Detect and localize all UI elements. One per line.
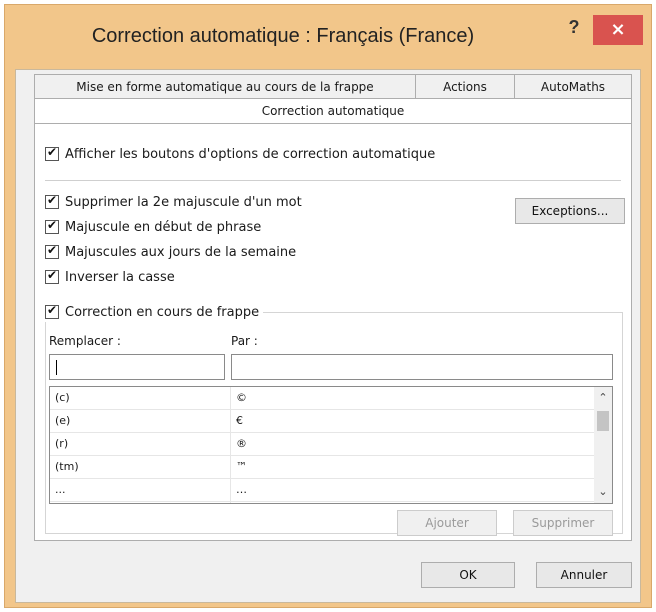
day-names-option[interactable]: Majuscules aux jours de la semaine: [45, 242, 296, 262]
list-item-to: €: [236, 414, 243, 427]
dialog-title: Correction automatique : Français (Franc…: [91, 25, 475, 47]
sentence-cap-label: Majuscule en début de phrase: [65, 219, 262, 235]
show-buttons-label: Afficher les boutons d'options de correc…: [65, 146, 436, 162]
tab-automaths[interactable]: AutoMaths: [514, 74, 632, 100]
autocorrect-list[interactable]: (c) © (e) € (r) ® (tm) ™ ... … ⌃ ⌄: [49, 386, 613, 504]
delete-button[interactable]: Supprimer: [513, 510, 613, 536]
replace-input[interactable]: [49, 354, 225, 380]
caps-lock-option[interactable]: Inverser la casse: [45, 267, 175, 287]
list-item[interactable]: (c) ©: [50, 387, 596, 410]
tab-autocorrect[interactable]: Correction automatique: [34, 98, 632, 124]
chevron-down-icon[interactable]: ⌄: [594, 483, 612, 501]
separator: [45, 180, 621, 181]
ok-button[interactable]: OK: [421, 562, 515, 588]
autocorrect-dialog: Correction automatique : Français (Franc…: [4, 4, 652, 608]
show-buttons-checkbox[interactable]: [45, 145, 59, 161]
list-item-from: ...: [55, 483, 66, 496]
replace-typing-label: Correction en cours de frappe: [65, 304, 260, 320]
two-caps-checkbox[interactable]: [45, 193, 59, 209]
sentence-cap-checkbox[interactable]: [45, 218, 59, 234]
autocorrect-panel: Afficher les boutons d'options de correc…: [34, 123, 632, 541]
caps-lock-checkbox[interactable]: [45, 268, 59, 284]
list-item[interactable]: (r) ®: [50, 433, 596, 456]
list-item-to: ™: [236, 460, 247, 473]
list-item-from: (tm): [55, 460, 79, 473]
cancel-button[interactable]: Annuler: [536, 562, 632, 588]
two-caps-option[interactable]: Supprimer la 2e majuscule d'un mot: [45, 192, 302, 212]
list-item[interactable]: ... …: [50, 479, 596, 502]
chevron-up-icon[interactable]: ⌃: [594, 389, 612, 407]
replace-typing-option[interactable]: Correction en cours de frappe: [45, 302, 264, 322]
with-input[interactable]: [231, 354, 613, 380]
list-item-from: (c): [55, 391, 70, 404]
close-button[interactable]: ×: [593, 15, 643, 45]
day-names-checkbox[interactable]: [45, 243, 59, 259]
dialog-client-area: Mise en forme automatique au cours de la…: [15, 69, 641, 603]
tab-actions[interactable]: Actions: [415, 74, 515, 100]
list-item-to: ®: [236, 437, 247, 450]
exceptions-button[interactable]: Exceptions...: [515, 198, 625, 224]
title-bar: Correction automatique : Français (Franc…: [5, 5, 651, 69]
two-caps-label: Supprimer la 2e majuscule d'un mot: [65, 194, 302, 210]
tab-row-back: Mise en forme automatique au cours de la…: [16, 74, 640, 100]
list-item-to: ©: [236, 391, 247, 404]
replace-label: Remplacer :: [49, 334, 121, 348]
help-button[interactable]: ?: [561, 17, 587, 43]
scroll-thumb[interactable]: [597, 411, 609, 431]
list-item[interactable]: (e) €: [50, 410, 596, 433]
list-item-from: (r): [55, 437, 69, 450]
replace-typing-checkbox[interactable]: [45, 303, 59, 319]
with-label: Par :: [231, 334, 258, 348]
show-buttons-option[interactable]: Afficher les boutons d'options de correc…: [45, 144, 435, 164]
list-item[interactable]: (tm) ™: [50, 456, 596, 479]
list-scrollbar[interactable]: ⌃ ⌄: [594, 387, 612, 503]
list-item-to: …: [236, 483, 247, 496]
text-caret: [56, 360, 57, 375]
day-names-label: Majuscules aux jours de la semaine: [65, 244, 297, 260]
tab-autoformat-as-you-type[interactable]: Mise en forme automatique au cours de la…: [34, 74, 416, 100]
add-button[interactable]: Ajouter: [397, 510, 497, 536]
caps-lock-label: Inverser la casse: [65, 269, 175, 285]
sentence-cap-option[interactable]: Majuscule en début de phrase: [45, 217, 261, 237]
list-item-from: (e): [55, 414, 71, 427]
